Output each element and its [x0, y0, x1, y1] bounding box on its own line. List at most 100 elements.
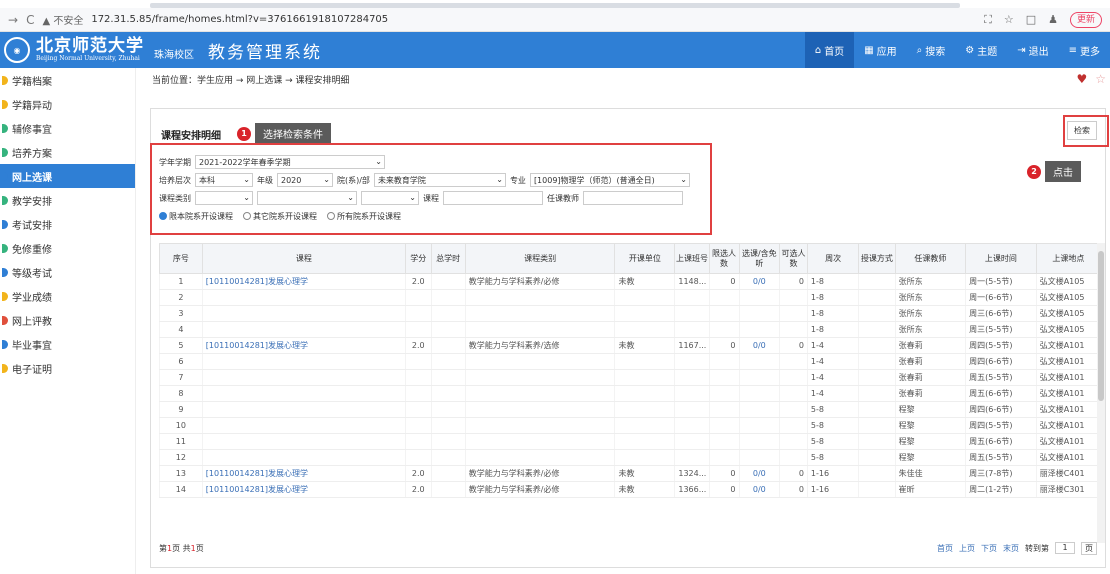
- column-header[interactable]: 课程: [201, 243, 406, 274]
- sidebar-item[interactable]: 网上选课: [0, 164, 135, 188]
- next-page-link[interactable]: 下页: [981, 543, 997, 554]
- goto-page-input[interactable]: 1: [1055, 542, 1075, 554]
- url-text[interactable]: 172.31.5.85/frame/homes.html?v=376166191…: [91, 14, 388, 25]
- last-page-link[interactable]: 末页: [1003, 543, 1019, 554]
- table-cell: 10: [159, 417, 203, 434]
- reload-icon[interactable]: C: [26, 13, 34, 27]
- table-row[interactable]: 1 [10110014281]发展心理学 2.0 教学能力与学科素养/必修 未教 1148…: [159, 273, 1101, 290]
- insecure-warning[interactable]: ▲ 不安全: [42, 12, 83, 27]
- column-header[interactable]: 周次: [806, 243, 860, 274]
- chevron-down-icon: ⌄: [375, 157, 382, 166]
- sidebar-item[interactable]: 学籍档案: [0, 68, 135, 92]
- profile-icon[interactable]: ♟: [1048, 13, 1058, 26]
- table-row[interactable]: 5 [10110014281]发展心理学 2.0 教学能力与学科素养/选修 未教 1167…: [159, 337, 1101, 354]
- translate-icon[interactable]: ⛶: [984, 13, 992, 27]
- school-logo[interactable]: ◉ 北京师范大学 Beijing Normal University, Zhuh…: [0, 37, 194, 63]
- table-scrollbar[interactable]: [1097, 243, 1105, 543]
- course-input[interactable]: [443, 191, 543, 205]
- column-header[interactable]: 授课方式: [858, 243, 896, 274]
- table-row[interactable]: 13 [10110014281]发展心理学 2.0 教学能力与学科素养/必修 未教 132…: [159, 465, 1101, 482]
- table-row[interactable]: 3 1-8 张所东 周三(6-6节) 弘文楼A105: [159, 305, 1101, 322]
- sidebar-item[interactable]: 学籍异动: [0, 92, 135, 116]
- sidebar-item-label: 学籍档案: [12, 76, 52, 88]
- first-page-link[interactable]: 首页: [937, 543, 953, 554]
- goto-button[interactable]: 页: [1081, 541, 1097, 555]
- column-header[interactable]: 任课教师: [894, 243, 967, 274]
- sidebar-item[interactable]: 网上评教: [0, 308, 135, 332]
- level-select[interactable]: 本科 ⌄: [195, 173, 253, 187]
- sidebar-item[interactable]: 学业成绩: [0, 284, 135, 308]
- table-cell: [738, 417, 780, 434]
- table-row[interactable]: 14 [10110014281]发展心理学 2.0 教学能力与学科素养/必修 未教 136…: [159, 481, 1101, 498]
- sidebar-item[interactable]: 考试安排: [0, 212, 135, 236]
- course-link[interactable]: [10110014281]发展心理学: [201, 481, 406, 498]
- sidebar-item[interactable]: 教学安排: [0, 188, 135, 212]
- table-cell: [779, 369, 808, 386]
- prev-page-link[interactable]: 上页: [959, 543, 975, 554]
- category-select[interactable]: ⌄: [195, 191, 253, 205]
- table-cell: 6: [159, 353, 203, 370]
- nav-theme[interactable]: ⚙ 主题: [955, 32, 1007, 68]
- star-icon[interactable]: ☆: [1095, 72, 1106, 86]
- forward-icon[interactable]: →: [8, 13, 18, 27]
- sidebar-item-label: 学业成绩: [12, 292, 52, 304]
- table-row[interactable]: 2 1-8 张所东 周一(6-6节) 弘文楼A105: [159, 289, 1101, 306]
- column-header[interactable]: 上课地点: [1035, 243, 1101, 274]
- sidebar-item[interactable]: 辅修事宜: [0, 116, 135, 140]
- column-header[interactable]: 学分: [404, 243, 432, 274]
- course-link[interactable]: [10110014281]发展心理学: [201, 273, 406, 290]
- teacher-input[interactable]: [583, 191, 683, 205]
- sidebar-item[interactable]: 毕业事宜: [0, 332, 135, 356]
- table-row[interactable]: 7 1-4 张春莉 周五(5-5节) 弘文楼A101: [159, 369, 1101, 386]
- table-cell: [464, 289, 615, 306]
- course-link[interactable]: [10110014281]发展心理学: [201, 337, 406, 354]
- sidebar-item[interactable]: 等级考试: [0, 260, 135, 284]
- column-header[interactable]: 可选人数: [779, 243, 808, 274]
- table-row[interactable]: 4 1-8 张所东 周三(5-5节) 弘文楼A105: [159, 321, 1101, 338]
- course-link[interactable]: [10110014281]发展心理学: [201, 465, 406, 482]
- table-row[interactable]: 12 5-8 程黎 周五(5-5节) 弘文楼A101: [159, 449, 1101, 466]
- subcategory-select[interactable]: ⌄: [257, 191, 357, 205]
- table-cell: [779, 353, 808, 370]
- search-button[interactable]: 检索: [1067, 121, 1097, 140]
- table-row[interactable]: 11 5-8 程黎 周五(6-6节) 弘文楼A101: [159, 433, 1101, 450]
- bookmark-star-icon[interactable]: ☆: [1004, 13, 1014, 26]
- nav-apps[interactable]: ▦ 应用: [854, 32, 906, 68]
- nav-logout[interactable]: ⇥ 退出: [1007, 32, 1058, 68]
- dept-select[interactable]: 未来教育学院 ⌄: [373, 173, 506, 187]
- update-button[interactable]: 更新: [1069, 11, 1102, 28]
- favorite-heart-icon[interactable]: ♥: [1076, 72, 1087, 86]
- table-row[interactable]: 8 1-4 张春莉 周五(6-6节) 弘文楼A101: [159, 385, 1101, 402]
- radio-all-dept[interactable]: 所有院系开设课程: [327, 211, 401, 222]
- sidebar-item[interactable]: 电子证明: [0, 356, 135, 380]
- column-header[interactable]: 选课/含免听: [738, 243, 781, 274]
- column-header[interactable]: 开课单位: [614, 243, 676, 274]
- major-select[interactable]: [1009]物理学（师范）(普通全日) ⌄: [529, 173, 690, 187]
- nature-select[interactable]: ⌄: [361, 191, 419, 205]
- column-header[interactable]: 课程类别: [464, 243, 616, 274]
- chevron-down-icon: ⌄: [243, 175, 250, 184]
- callout-1: 1 选择检索条件: [237, 123, 331, 144]
- window-icon[interactable]: □: [1026, 13, 1036, 26]
- table-cell: 周四(5-5节): [965, 337, 1037, 354]
- column-header[interactable]: 总学时: [430, 243, 466, 274]
- term-select[interactable]: 2021-2022学年春季学期 ⌄: [195, 155, 385, 169]
- column-header[interactable]: 序号: [159, 243, 203, 274]
- bullet-icon: [2, 219, 8, 229]
- column-header[interactable]: 上课班号: [674, 243, 710, 274]
- grade-select[interactable]: 2020 ⌄: [277, 173, 333, 187]
- column-header[interactable]: 限选人数: [708, 243, 740, 274]
- nav-more[interactable]: ≡ 更多: [1059, 32, 1110, 68]
- nav-home[interactable]: ⌂ 首页: [804, 32, 855, 68]
- table-row[interactable]: 10 5-8 程黎 周四(5-5节) 弘文楼A101: [159, 417, 1101, 434]
- radio-own-dept[interactable]: 限本院系开设课程: [159, 211, 233, 222]
- nav-search[interactable]: ⌕ 搜索: [907, 32, 956, 68]
- sidebar-item[interactable]: 培养方案: [0, 140, 135, 164]
- table-row[interactable]: 6 1-4 张春莉 周四(6-6节) 弘文楼A101: [159, 353, 1101, 370]
- column-header[interactable]: 上课时间: [965, 243, 1037, 274]
- sidebar-item[interactable]: 免修重修: [0, 236, 135, 260]
- table-row[interactable]: 9 5-8 程黎 周四(6-6节) 弘文楼A101: [159, 401, 1101, 418]
- callout-number-1: 1: [237, 126, 251, 141]
- radio-other-dept[interactable]: 其它院系开设课程: [243, 211, 317, 222]
- table-cell: 崔昕: [894, 481, 966, 498]
